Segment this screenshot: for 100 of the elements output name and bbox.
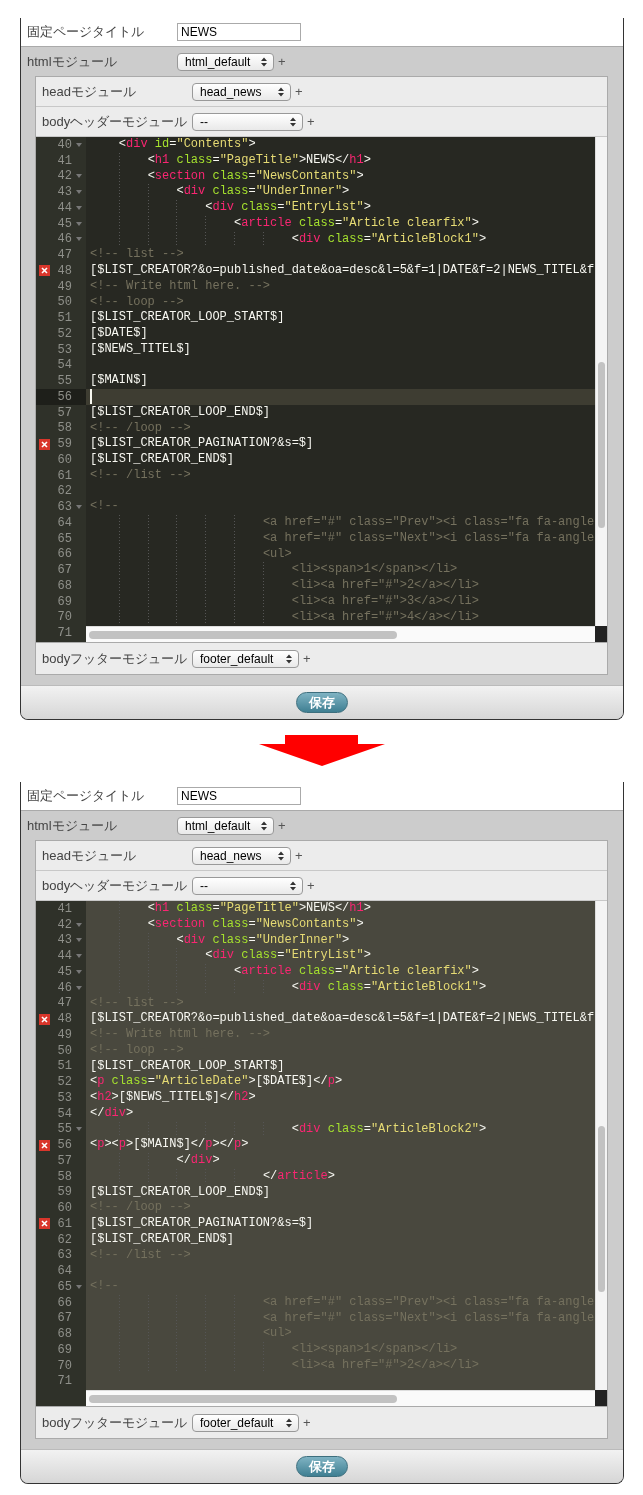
add-link[interactable]: +: [278, 818, 286, 833]
dropdown[interactable]: --: [192, 876, 303, 895]
code-line: <section class="NewsContants">: [90, 916, 364, 933]
code-line: <a href="#" class="Prev"><i class="fa fa-angle: [90, 515, 595, 531]
code-line: [$LIST_CREATOR_LOOP_START$]: [90, 310, 285, 326]
updown-caret-icon: [278, 850, 284, 861]
scrollbar-corner: [595, 626, 607, 642]
code-line: <li><span>1</span></li>: [90, 562, 458, 578]
code-line: <!-- /list -->: [90, 467, 191, 484]
code-line: [$LIST_CREATOR?&o=published_date&oa=desc&l=5&f=1|DATE&f=2|NEWS_TITEL&f: [90, 263, 595, 279]
add-link[interactable]: +: [307, 114, 315, 129]
add-link[interactable]: +: [307, 878, 315, 893]
line-number: 62: [56, 484, 72, 499]
add-link[interactable]: +: [303, 651, 311, 666]
dropdown[interactable]: head_news: [192, 82, 291, 101]
code-line: [$LIST_CREATOR_LOOP_START$]: [90, 1058, 285, 1075]
line-number: 68: [56, 1327, 72, 1342]
add-link[interactable]: +: [295, 84, 303, 99]
line-number: 70: [56, 1358, 72, 1373]
code-line: [$MAIN$]: [90, 373, 148, 389]
scrollbar-thumb[interactable]: [89, 630, 397, 639]
code-line: <!-- /loop -->: [90, 420, 191, 437]
scrollbar-corner: [595, 1390, 607, 1406]
line-number: 58: [56, 1169, 72, 1184]
scrollbar-thumb[interactable]: [598, 1125, 605, 1293]
line-number: 67: [56, 563, 72, 578]
add-link[interactable]: +: [295, 848, 303, 863]
code-line: <div class="UnderInner">: [90, 932, 350, 949]
line-number: 44: [56, 949, 72, 964]
text-cursor: [90, 389, 92, 405]
line-number: 60: [56, 452, 72, 467]
vertical-scrollbar[interactable]: [595, 137, 607, 626]
text-field[interactable]: NEWS: [177, 787, 301, 805]
code-line: <div class="ArticleBlock1">: [90, 979, 487, 996]
line-number: 58: [56, 421, 72, 436]
updown-caret-icon: [261, 56, 267, 67]
dropdown[interactable]: footer_default: [192, 649, 299, 668]
field-label: 固定ページタイトル: [27, 787, 145, 805]
line-number: 45: [56, 964, 72, 979]
line-number: 46: [56, 980, 72, 995]
code-line: <article class="Article clearfix">: [90, 964, 479, 980]
line-number: 64: [56, 515, 72, 530]
code-line: <li><a href="#">2</a></li>: [90, 578, 479, 594]
code-line: <!-- list -->: [90, 247, 184, 263]
line-number: 71: [56, 626, 72, 641]
dropdown[interactable]: head_news: [192, 846, 291, 865]
line-number: 40: [56, 137, 72, 152]
line-number: 59: [56, 437, 72, 452]
code-line: <!-- loop -->: [90, 294, 184, 311]
line-number: 65: [56, 531, 72, 546]
scrollbar-thumb[interactable]: [598, 361, 605, 529]
code-line: <li><a href="#">3</a></li>: [90, 593, 479, 610]
line-number: 55: [56, 1122, 72, 1137]
updown-caret-icon: [290, 116, 296, 127]
add-link[interactable]: +: [278, 54, 286, 69]
code-line: <div class="UnderInner">: [90, 184, 350, 200]
line-number: 54: [56, 358, 72, 373]
line-number: 56: [56, 389, 72, 404]
dropdown[interactable]: html_default: [177, 52, 274, 71]
code-line: </div>: [90, 1105, 134, 1122]
code-line: <h1 class="PageTitle">NEWS</h1>: [90, 901, 371, 917]
line-number: 70: [56, 610, 72, 625]
updown-caret-icon: [261, 820, 267, 831]
line-number: 42: [56, 917, 72, 932]
line-number: 60: [56, 1201, 72, 1216]
updown-caret-icon: [286, 653, 292, 664]
field-label: htmlモジュール: [27, 816, 118, 835]
line-number: 45: [56, 216, 72, 231]
line-number: 56: [56, 1138, 72, 1153]
line-number: 65: [56, 1279, 72, 1294]
line-number: 63: [56, 500, 72, 515]
code-line: </div>: [90, 1153, 220, 1169]
line-number: 62: [56, 1232, 72, 1247]
updown-caret-icon: [278, 86, 284, 97]
scrollbar-thumb[interactable]: [89, 1394, 397, 1403]
dropdown[interactable]: html_default: [177, 816, 274, 835]
code-line: [$LIST_CREATOR_END$]: [90, 1231, 235, 1248]
add-link[interactable]: +: [303, 1415, 311, 1430]
field-label: 固定ページタイトル: [27, 23, 145, 41]
line-number: 61: [56, 1216, 72, 1231]
line-number: 54: [56, 1106, 72, 1121]
line-number: 66: [56, 547, 72, 562]
code-line: <div class="ArticleBlock1">: [90, 231, 487, 248]
line-number: 43: [56, 185, 72, 200]
dropdown[interactable]: --: [192, 112, 303, 131]
code-line: [$LIST_CREATOR?&o=published_date&oa=desc&l=5&f=1|DATE&f=2|NEWS_TITEL&f: [90, 1011, 595, 1027]
vertical-scrollbar[interactable]: [595, 901, 607, 1390]
code-line: [$NEWS_TITEL$]: [90, 341, 191, 358]
field-label: bodyヘッダーモジュール: [42, 876, 189, 895]
code-line: <p class="ArticleDate">[$DATE$]</p>: [90, 1074, 343, 1090]
horizontal-scrollbar[interactable]: [86, 626, 595, 642]
line-number: 71: [56, 1374, 72, 1389]
code-line: <!--: [90, 1279, 119, 1295]
text-field[interactable]: NEWS: [177, 23, 301, 41]
line-number: 63: [56, 1248, 72, 1263]
code-line: <div class="EntryList">: [90, 948, 371, 964]
horizontal-scrollbar[interactable]: [86, 1390, 595, 1406]
dropdown[interactable]: footer_default: [192, 1413, 299, 1432]
code-line: [$LIST_CREATOR_PAGINATION?&s=$]: [90, 1216, 314, 1232]
line-number: 68: [56, 578, 72, 593]
